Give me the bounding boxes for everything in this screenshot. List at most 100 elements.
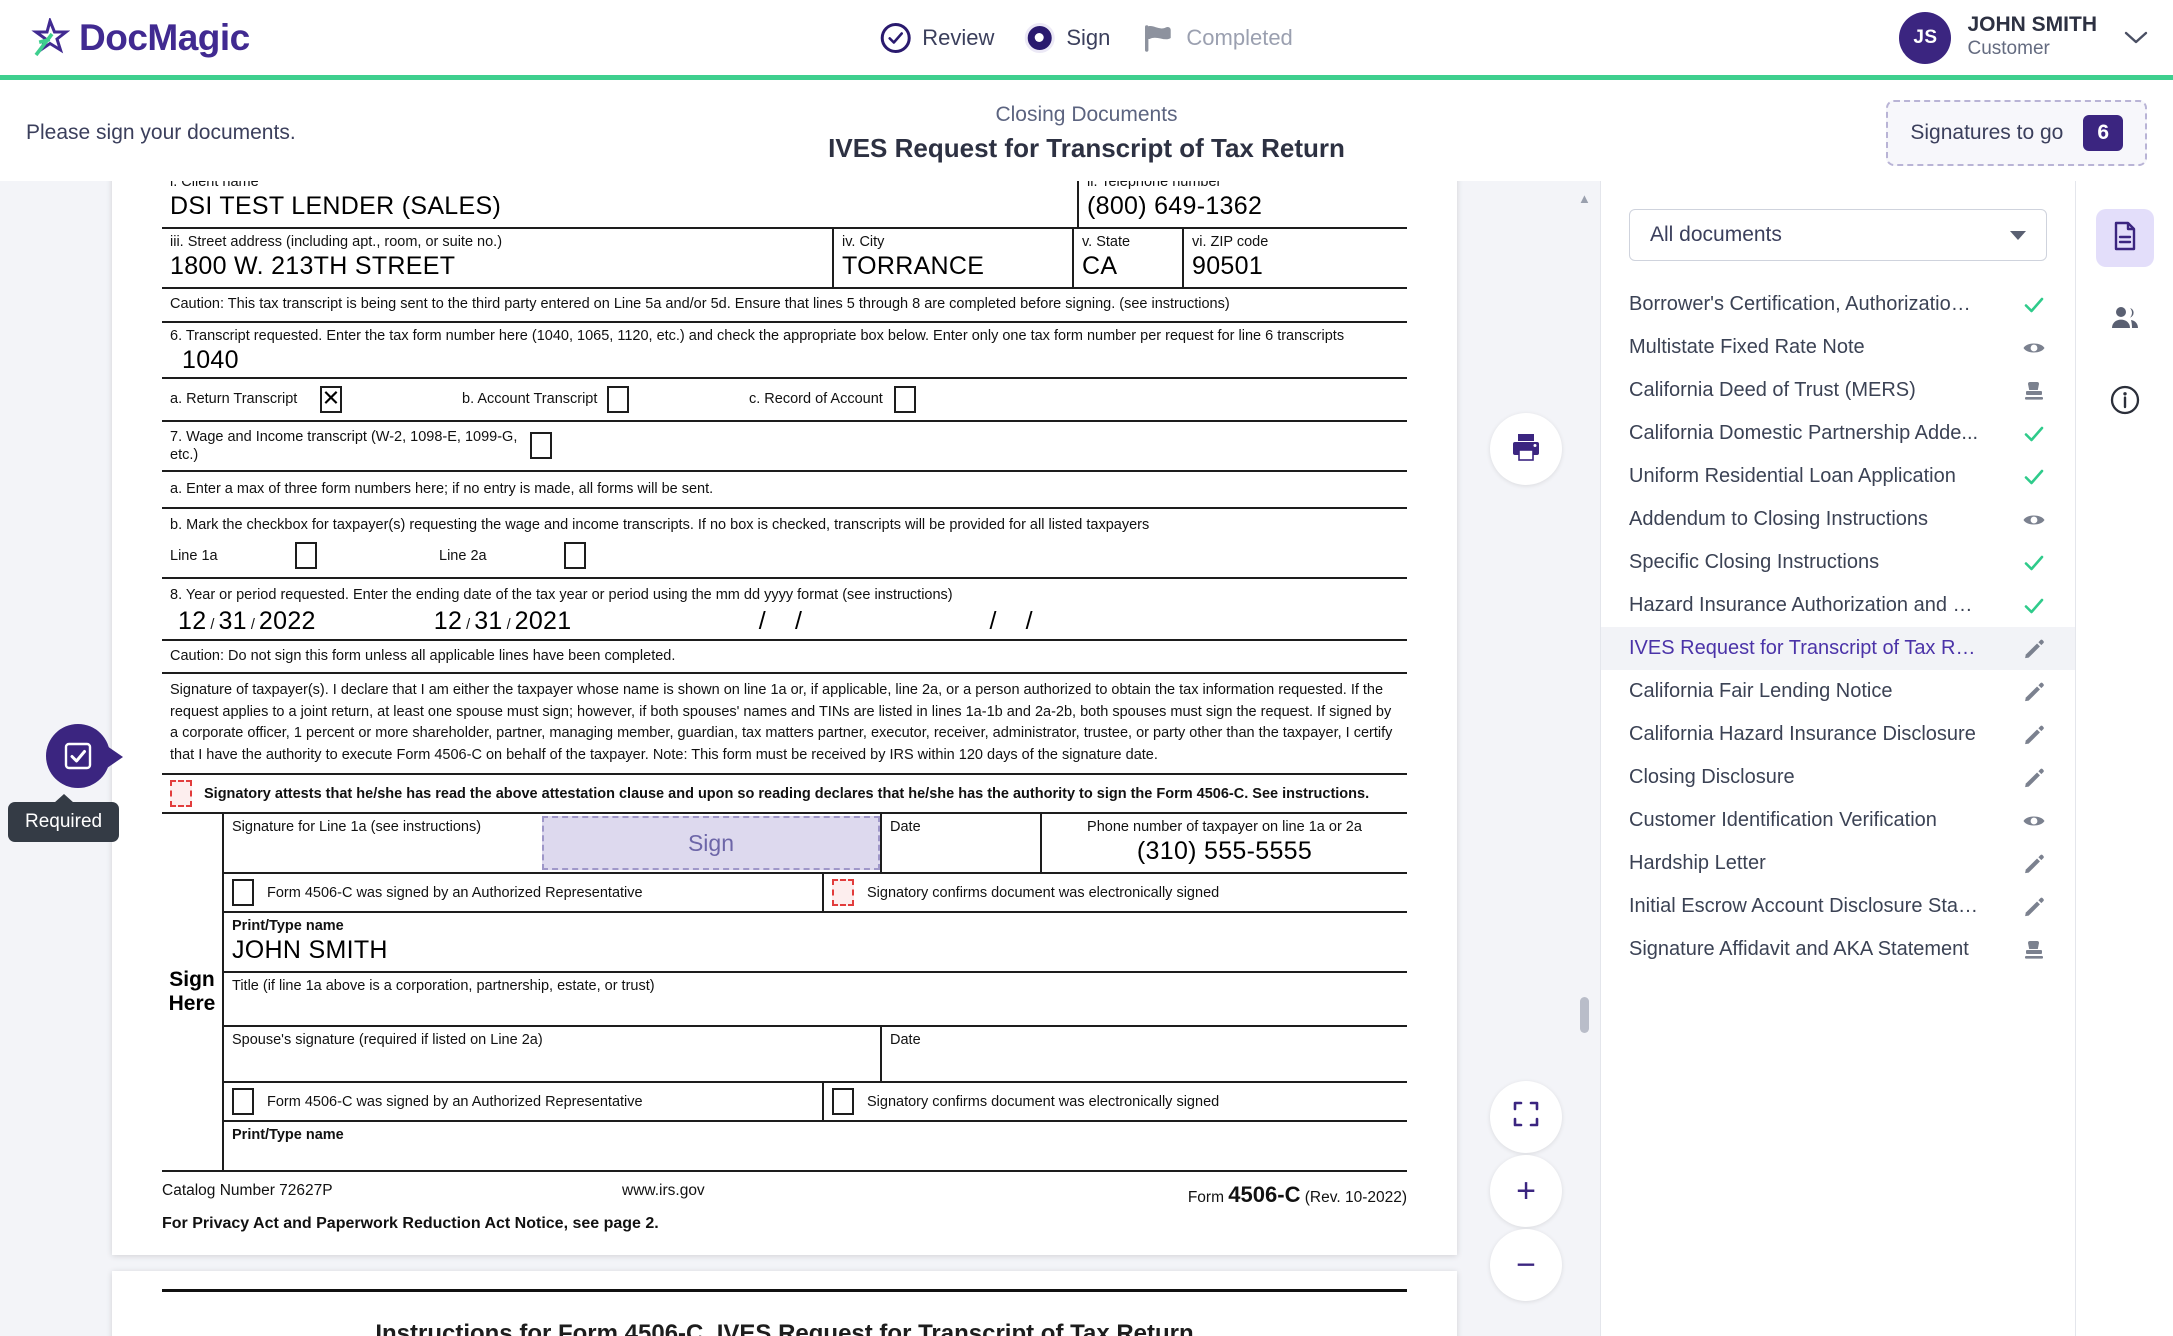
scrollbar-thumb[interactable]: [1580, 997, 1589, 1033]
check-icon[interactable]: [2021, 550, 2047, 576]
stamp-icon[interactable]: [2021, 378, 2047, 404]
document-viewer[interactable]: 7770321202400017 5d. Client name, teleph…: [0, 181, 1600, 1336]
date-1-mm[interactable]: 12: [178, 607, 206, 636]
scroll-up-arrow[interactable]: ▲: [1578, 191, 1591, 206]
check-icon[interactable]: [2021, 292, 2047, 318]
zoom-out-button[interactable]: −: [1490, 1229, 1562, 1301]
list-item[interactable]: Signature Affidavit and AKA Statement: [1601, 928, 2075, 971]
catalog-number: Catalog Number 72627P: [162, 1182, 333, 1200]
date-2-dd[interactable]: 31: [474, 607, 502, 636]
list-item[interactable]: California Hazard Insurance Disclosure: [1601, 713, 2075, 756]
documents-tab-button[interactable]: [2095, 209, 2154, 267]
list-item[interactable]: Hazard Insurance Authorization and R...: [1601, 584, 2075, 627]
client-name-value: DSI TEST LENDER (SALES): [170, 192, 502, 221]
eye-icon[interactable]: [2021, 808, 2047, 834]
eye-icon[interactable]: [2021, 335, 2047, 361]
esigned-checkbox-2[interactable]: [832, 1088, 854, 1116]
list-item[interactable]: California Domestic Partnership Adde...: [1601, 412, 2075, 455]
list-item[interactable]: Specific Closing Instructions: [1601, 541, 2075, 584]
document-name: Customer Identification Verification: [1629, 809, 1937, 831]
pencil-icon[interactable]: [2021, 679, 2047, 705]
step-review[interactable]: Review: [880, 22, 994, 53]
auth-rep-checkbox-2[interactable]: [232, 1088, 254, 1116]
option-a-checkbox[interactable]: [320, 385, 342, 413]
signature-line-1a-label: Signature for Line 1a (see instructions): [232, 819, 482, 836]
document-name: Multistate Fixed Rate Note: [1629, 336, 1865, 358]
line-8-label: 8. Year or period requested. Enter the e…: [170, 587, 953, 604]
page-2-title: Instructions for Form 4506-C, IVES Reque…: [375, 1320, 1194, 1336]
list-item[interactable]: California Deed of Trust (MERS): [1601, 369, 2075, 412]
list-item[interactable]: Borrower's Certification, Authorization …: [1601, 283, 2075, 326]
user-role: Customer: [1967, 38, 2050, 60]
check-icon[interactable]: [2021, 593, 2047, 619]
brand-logo[interactable]: DocMagic: [30, 15, 250, 59]
attestation-checkbox[interactable]: [170, 780, 192, 808]
option-a-label: a. Return Transcript: [170, 391, 298, 408]
date-1-dd[interactable]: 31: [218, 607, 246, 636]
line-1a-checkbox[interactable]: [295, 542, 317, 570]
date-2-mm[interactable]: 12: [434, 607, 462, 636]
list-item[interactable]: Uniform Residential Loan Application: [1601, 455, 2075, 498]
document-page: 7770321202400017 5d. Client name, teleph…: [112, 181, 1457, 1256]
zoom-in-button[interactable]: +: [1490, 1155, 1562, 1227]
form-row-client: i. Client name DSI TEST LENDER (SALES) i…: [162, 181, 1407, 230]
pencil-icon[interactable]: [2021, 765, 2047, 791]
list-item[interactable]: California Fair Lending Notice: [1601, 670, 2075, 713]
option-b-checkbox[interactable]: [607, 385, 629, 413]
option-c-label: c. Record of Account: [749, 391, 883, 408]
chevron-down-icon[interactable]: [2123, 25, 2149, 51]
list-item[interactable]: Customer Identification Verification: [1601, 799, 2075, 842]
app-header: DocMagic Review Sign Completed JS JOHN S…: [0, 0, 2173, 80]
list-item[interactable]: Closing Disclosure: [1601, 756, 2075, 799]
date-4-empty[interactable]: / /: [982, 607, 1033, 636]
form-row-6: 6. Transcript requested. Enter the tax f…: [162, 323, 1407, 379]
pencil-icon[interactable]: [2021, 636, 2047, 662]
eye-icon[interactable]: [2021, 507, 2047, 533]
option-c-checkbox[interactable]: [894, 385, 916, 413]
pencil-icon[interactable]: [2021, 722, 2047, 748]
step-completed[interactable]: Completed: [1140, 23, 1293, 53]
radio-dot-icon: [1024, 22, 1055, 53]
document-filter-select[interactable]: All documents: [1629, 209, 2047, 261]
list-item[interactable]: Multistate Fixed Rate Note: [1601, 326, 2075, 369]
sub-header: Please sign your documents. Closing Docu…: [0, 85, 2173, 181]
form-label: Form: [1187, 1189, 1224, 1207]
list-item[interactable]: Hardship Letter: [1601, 842, 2075, 885]
chevron-down-icon: [2010, 230, 2026, 240]
check-icon[interactable]: [2021, 464, 2047, 490]
date-2-yyyy[interactable]: 2021: [515, 607, 572, 636]
check-box-icon[interactable]: [46, 724, 123, 788]
irs-website: www.irs.gov: [622, 1182, 705, 1200]
user-menu[interactable]: JS JOHN SMITH Customer: [1899, 11, 2149, 64]
required-callout[interactable]: Required: [8, 724, 123, 842]
sign-field[interactable]: Sign: [542, 816, 880, 871]
pencil-icon[interactable]: [2021, 894, 2047, 920]
fit-screen-button[interactable]: [1490, 1081, 1562, 1153]
list-item-active[interactable]: IVES Request for Transcript of Tax Ret..…: [1601, 627, 2075, 670]
esigned-checkbox-1[interactable]: [832, 879, 854, 907]
participants-tab-button[interactable]: [2096, 291, 2154, 349]
auth-rep-checkbox-1[interactable]: [232, 879, 254, 907]
viewer-scrollbar[interactable]: ▲: [1578, 191, 1591, 1326]
stamp-icon[interactable]: [2021, 937, 2047, 963]
form-row-transcript-options: a. Return Transcript b. Account Transcri…: [162, 379, 1407, 422]
check-icon[interactable]: [2021, 421, 2047, 447]
date-3-empty[interactable]: / /: [751, 607, 802, 636]
info-tab-button[interactable]: [2096, 373, 2154, 431]
pencil-icon[interactable]: [2021, 851, 2047, 877]
date-1-yyyy[interactable]: 2022: [259, 607, 316, 636]
list-item[interactable]: Initial Escrow Account Disclosure State.…: [1601, 885, 2075, 928]
step-sign[interactable]: Sign: [1024, 22, 1110, 53]
people-icon: [2109, 302, 2141, 339]
list-item[interactable]: Addendum to Closing Instructions: [1601, 498, 2075, 541]
auth-rep-label-2: Form 4506-C was signed by an Authorized …: [267, 1093, 643, 1110]
brand-name: DocMagic: [79, 16, 250, 58]
date-sep: /: [250, 617, 255, 634]
line-7-checkbox[interactable]: [530, 432, 552, 460]
line-2a-checkbox[interactable]: [564, 542, 586, 570]
title-label: Title (if line 1a above is a corporation…: [232, 978, 655, 995]
signatures-to-go-badge[interactable]: Signatures to go 6: [1886, 100, 2147, 166]
signatures-to-go-label: Signatures to go: [1910, 121, 2064, 144]
print-button[interactable]: [1490, 413, 1562, 485]
document-name: Signature Affidavit and AKA Statement: [1629, 938, 1969, 960]
